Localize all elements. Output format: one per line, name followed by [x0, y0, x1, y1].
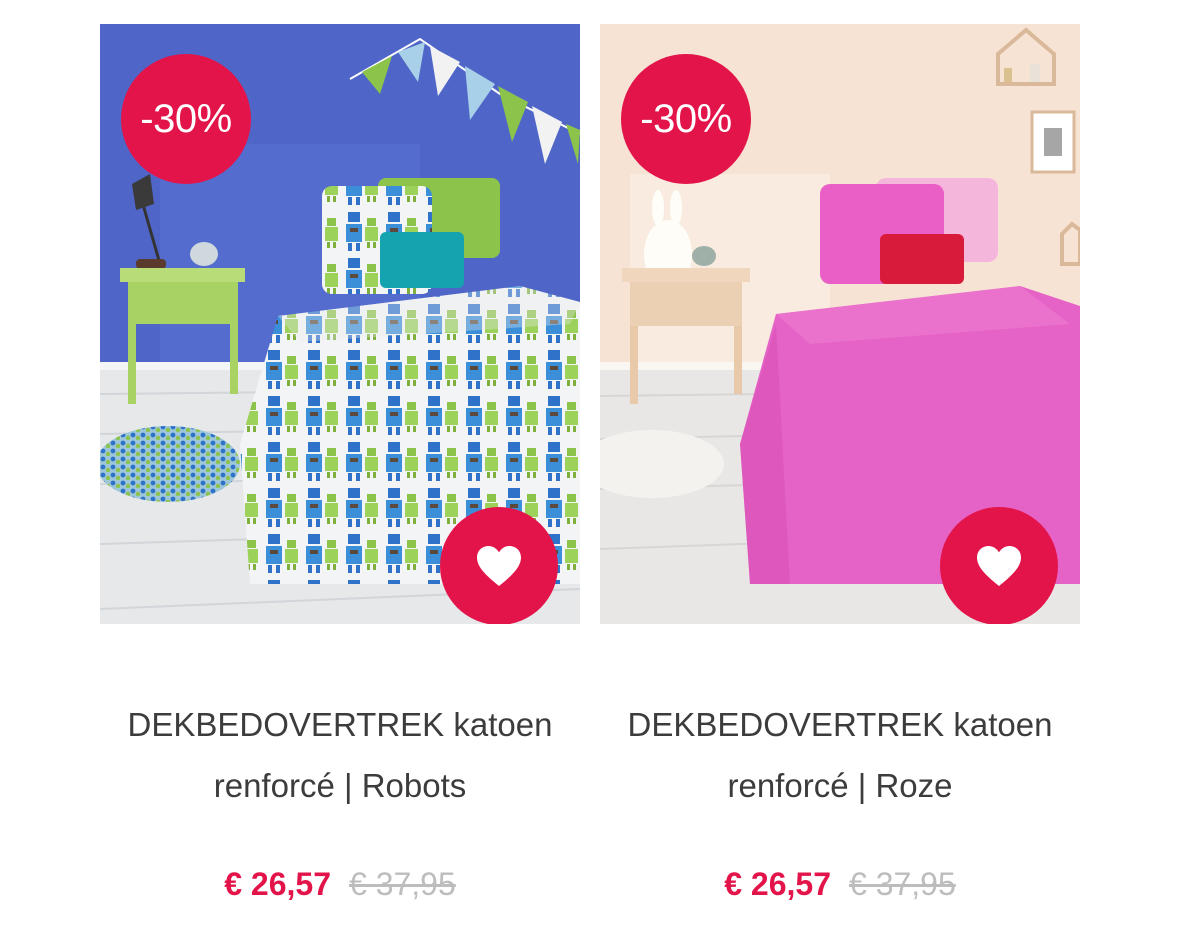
product-card[interactable]: -30% DEKBEDOVERTREK katoen renforcé | Ro… — [100, 24, 580, 903]
product-title-line-1: DEKBEDOVERTREK katoen — [627, 706, 1053, 743]
product-grid: -30% DEKBEDOVERTREK katoen renforcé | Ro… — [100, 24, 1080, 903]
product-title[interactable]: DEKBEDOVERTREK katoen renforcé | Robots — [100, 694, 580, 816]
product-title-line-2: renforcé | Robots — [213, 767, 467, 804]
discount-badge: -30% — [621, 54, 751, 184]
price-row: € 26,57 € 37,95 — [600, 866, 1080, 903]
original-price: € 37,95 — [849, 866, 956, 902]
product-image[interactable]: -30% — [100, 24, 580, 624]
sale-price: € 26,57 — [724, 866, 831, 902]
sale-price: € 26,57 — [224, 866, 331, 902]
original-price: € 37,95 — [349, 866, 456, 902]
price-row: € 26,57 € 37,95 — [100, 866, 580, 903]
wishlist-button[interactable] — [940, 507, 1058, 624]
product-title-line-2: renforcé | Roze — [727, 767, 953, 804]
heart-icon — [477, 546, 521, 586]
product-title-line-1: DEKBEDOVERTREK katoen — [127, 706, 553, 743]
discount-badge: -30% — [121, 54, 251, 184]
heart-icon — [977, 546, 1021, 586]
product-card[interactable]: -30% DEKBEDOVERTREK katoen renforcé | Ro… — [600, 24, 1080, 903]
product-image[interactable]: -30% — [600, 24, 1080, 624]
wishlist-button[interactable] — [440, 507, 558, 624]
product-title[interactable]: DEKBEDOVERTREK katoen renforcé | Roze — [600, 694, 1080, 816]
